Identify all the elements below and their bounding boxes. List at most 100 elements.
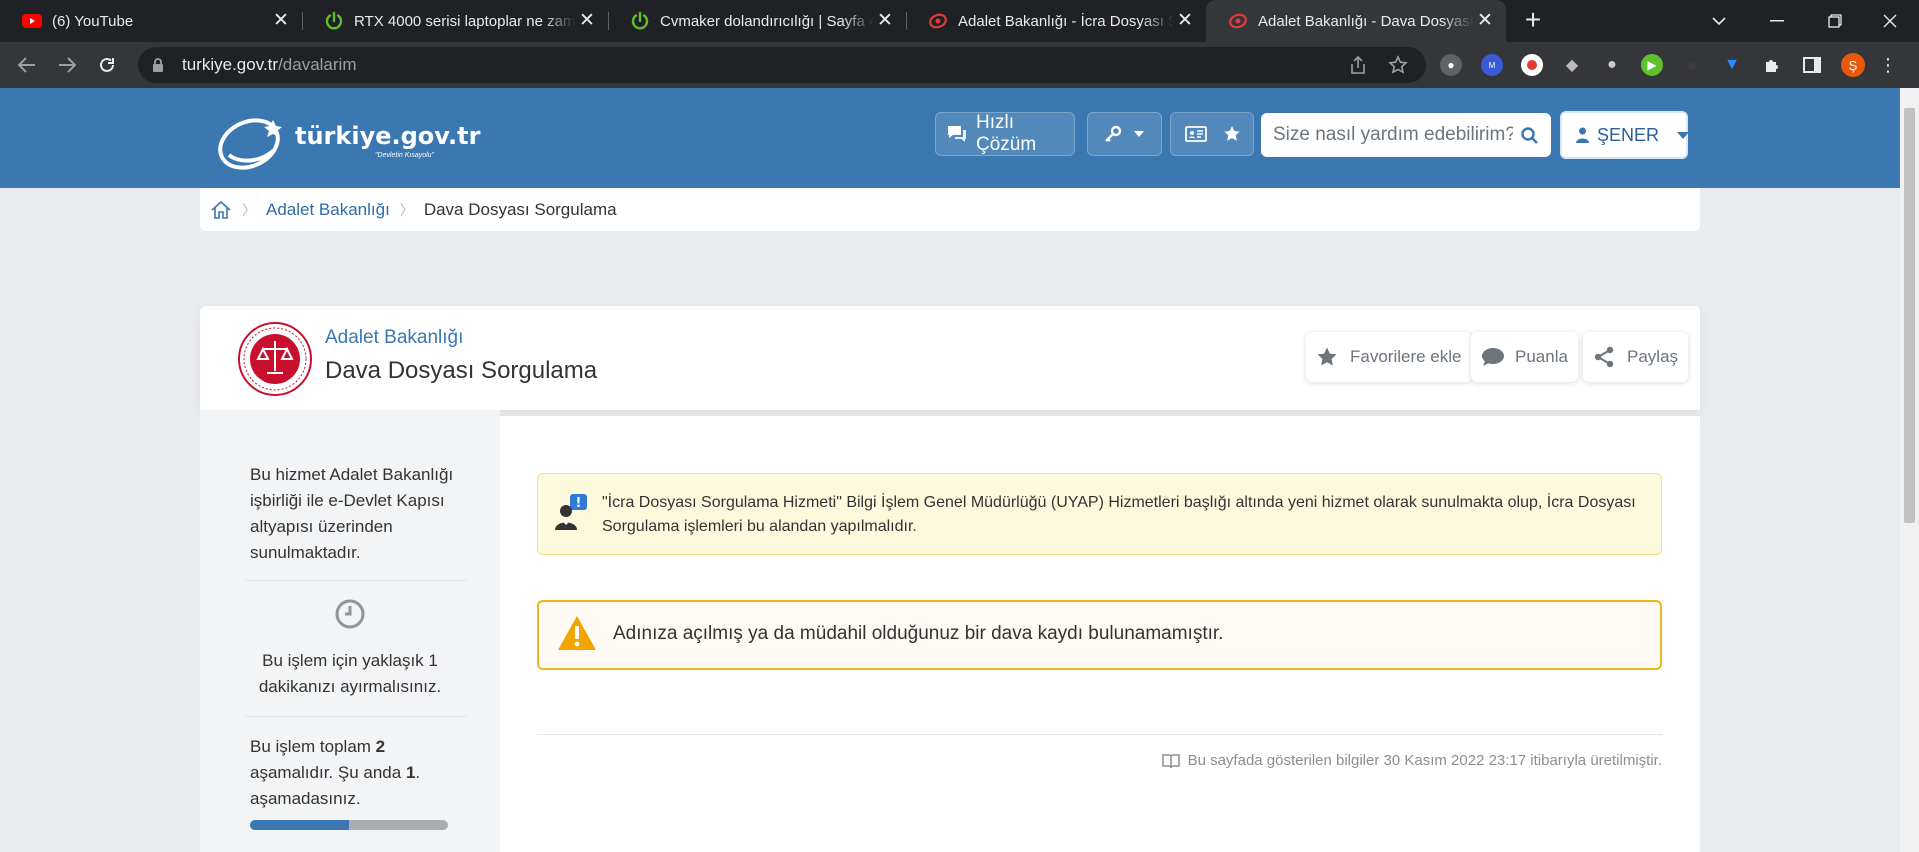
- ministry-seal-logo: [237, 321, 313, 397]
- tab-title: RTX 4000 serisi laptoplar ne zaman: [354, 12, 576, 30]
- content-divider: [537, 734, 1662, 735]
- restore-button[interactable]: [1806, 0, 1864, 42]
- close-icon[interactable]: ✕: [1174, 10, 1196, 32]
- close-icon[interactable]: ✕: [270, 10, 292, 32]
- quick-solution-button[interactable]: Hızlı Çözüm: [935, 112, 1075, 156]
- site-search-box: [1261, 113, 1551, 157]
- id-card-favorites-group[interactable]: [1170, 112, 1254, 156]
- site-header: türkiye.gov.tr "Devletin Kısayolu" Hızlı…: [0, 88, 1900, 188]
- site-search-input[interactable]: [1273, 124, 1513, 146]
- extension-icon[interactable]: ●: [1440, 54, 1462, 76]
- bookmark-star-icon[interactable]: [1388, 55, 1408, 80]
- add-favorite-button[interactable]: Favorilere ekle: [1306, 332, 1472, 382]
- step-progress-fill: [250, 820, 349, 830]
- sidebar-divider: [245, 716, 467, 717]
- step-info-middle: aşamalıdır. Şu anda: [250, 763, 406, 782]
- browser-tab-cvmaker[interactable]: Cvmaker dolandırıcılığı | Sayfa 4 | ✕: [608, 0, 906, 42]
- power-icon: [324, 11, 344, 31]
- logo-text: türkiye.gov.tr: [295, 122, 481, 150]
- share-icon: [1593, 346, 1621, 368]
- browser-tab-dava[interactable]: Adalet Bakanlığı - Dava Dosyası So ✕: [1206, 0, 1506, 42]
- shield-extension-icon[interactable]: ▼: [1721, 54, 1743, 76]
- turkiye-gov-icon: [1228, 11, 1248, 31]
- rate-button[interactable]: Puanla: [1471, 332, 1578, 382]
- logo-tagline: "Devletin Kısayolu": [375, 152, 435, 159]
- home-icon[interactable]: [210, 200, 232, 220]
- url-path: /davalarim: [278, 55, 357, 74]
- cat-extension-icon[interactable]: ◆: [1561, 54, 1583, 76]
- close-icon[interactable]: ✕: [576, 10, 598, 32]
- url-host: turkiye.gov.tr: [182, 55, 279, 74]
- step-info: Bu işlem toplam 2 aşamalıdır. Şu anda 1.…: [250, 734, 465, 812]
- close-icon[interactable]: ✕: [874, 10, 896, 32]
- quick-solution-label: Hızlı Çözüm: [976, 112, 1037, 155]
- share-label: Paylaş: [1627, 347, 1679, 366]
- youtube-icon: [22, 11, 42, 31]
- lock-icon: [152, 57, 168, 73]
- minimize-button[interactable]: [1748, 0, 1806, 42]
- browser-tab-icra[interactable]: Adalet Bakanlığı - İcra Dosyası Sorg ✕: [906, 0, 1206, 42]
- browser-tab-youtube[interactable]: (6) YouTube ✕: [0, 0, 302, 42]
- new-tab-button[interactable]: +: [1518, 6, 1548, 36]
- user-menu-button[interactable]: ŞENER: [1560, 111, 1690, 159]
- step-current: 1: [405, 763, 416, 782]
- breadcrumb-separator-icon: 〉: [242, 201, 256, 218]
- user-name: ŞENER: [1597, 124, 1660, 145]
- caret-down-icon: [1677, 131, 1690, 139]
- step-progress-bar: [250, 820, 448, 830]
- scrollbar-thumb[interactable]: [1904, 108, 1915, 523]
- tab-title: Cvmaker dolandırıcılığı | Sayfa 4 |: [660, 12, 874, 30]
- search-icon[interactable]: [1521, 126, 1538, 144]
- svg-text:!: !: [576, 496, 582, 511]
- provider-note: Bu hizmet Adalet Bakanlığı işbirliği ile…: [250, 465, 454, 562]
- puzzle-icon[interactable]: [1761, 54, 1783, 76]
- comment-icon: [1481, 347, 1511, 367]
- tab-search-icon[interactable]: [1690, 0, 1748, 42]
- power-icon: [630, 11, 650, 31]
- back-button[interactable]: [12, 50, 42, 80]
- tab-title: Adalet Bakanlığı - Dava Dosyası So: [1258, 12, 1474, 30]
- turkiye-gov-logo[interactable]: türkiye.gov.tr "Devletin Kısayolu": [215, 110, 480, 172]
- service-header-card: Adalet Bakanlığı Dava Dosyası Sorgulama …: [200, 306, 1700, 410]
- star-icon: [1316, 346, 1344, 368]
- share-page-icon[interactable]: [1348, 55, 1368, 80]
- extension-icon[interactable]: ●: [1601, 54, 1623, 76]
- extension-icon[interactable]: M: [1481, 54, 1503, 76]
- caret-down-icon: [1134, 131, 1144, 137]
- play-extension-icon[interactable]: ▶: [1641, 54, 1663, 76]
- menu-kebab-icon[interactable]: ⋮: [1877, 54, 1899, 76]
- chat-bubble-icon: [946, 124, 968, 144]
- share-button[interactable]: Paylaş: [1583, 332, 1689, 382]
- rate-label: Puanla: [1515, 347, 1568, 366]
- main-content: ! "İcra Dosyası Sorgulama Hizmeti" Bilgi…: [500, 416, 1700, 852]
- breadcrumb: 〉 Adalet Bakanlığı 〉 Dava Dosyası Sorgul…: [200, 188, 1700, 231]
- close-window-button[interactable]: [1861, 0, 1919, 42]
- side-panel-icon[interactable]: [1801, 54, 1823, 76]
- breadcrumb-link-ministry[interactable]: Adalet Bakanlığı: [266, 200, 390, 220]
- close-icon[interactable]: ✕: [1474, 10, 1496, 32]
- forward-button[interactable]: [52, 50, 82, 80]
- page-title: Dava Dosyası Sorgulama: [325, 357, 598, 384]
- warning-alert: Adınıza açılmış ya da müdahil olduğunuz …: [537, 600, 1662, 670]
- breadcrumb-current: Dava Dosyası Sorgulama: [423, 199, 617, 219]
- user-icon: [1576, 127, 1589, 143]
- extension-icon[interactable]: ●: [1681, 54, 1703, 76]
- warning-alert-text: Adınıza açılmış ya da müdahil olduğunuz …: [613, 623, 1224, 644]
- address-bar[interactable]: turkiye.gov.tr/davalarim: [138, 47, 1426, 83]
- key-icon: [1104, 125, 1122, 143]
- login-key-dropdown[interactable]: [1087, 112, 1162, 156]
- page-scrollbar[interactable]: [1900, 88, 1919, 852]
- browser-tab-strip: (6) YouTube ✕ RTX 4000 serisi laptoplar …: [0, 0, 1919, 42]
- favorites-star-icon[interactable]: [1223, 125, 1241, 143]
- turkiye-gov-icon: [928, 11, 948, 31]
- profile-avatar[interactable]: Ş: [1841, 53, 1865, 77]
- browser-tab-rtx[interactable]: RTX 4000 serisi laptoplar ne zaman ✕: [302, 0, 608, 42]
- id-card-icon[interactable]: [1185, 126, 1207, 142]
- service-organization[interactable]: Adalet Bakanlığı: [325, 327, 463, 349]
- reload-button[interactable]: [92, 50, 122, 80]
- info-alert-text: "İcra Dosyası Sorgulama Hizmeti" Bilgi İ…: [602, 494, 1636, 535]
- book-icon: [1161, 753, 1180, 769]
- sidebar-divider: [245, 580, 467, 581]
- record-extension-icon[interactable]: [1521, 54, 1543, 76]
- tab-title: Adalet Bakanlığı - İcra Dosyası Sorg: [958, 12, 1174, 30]
